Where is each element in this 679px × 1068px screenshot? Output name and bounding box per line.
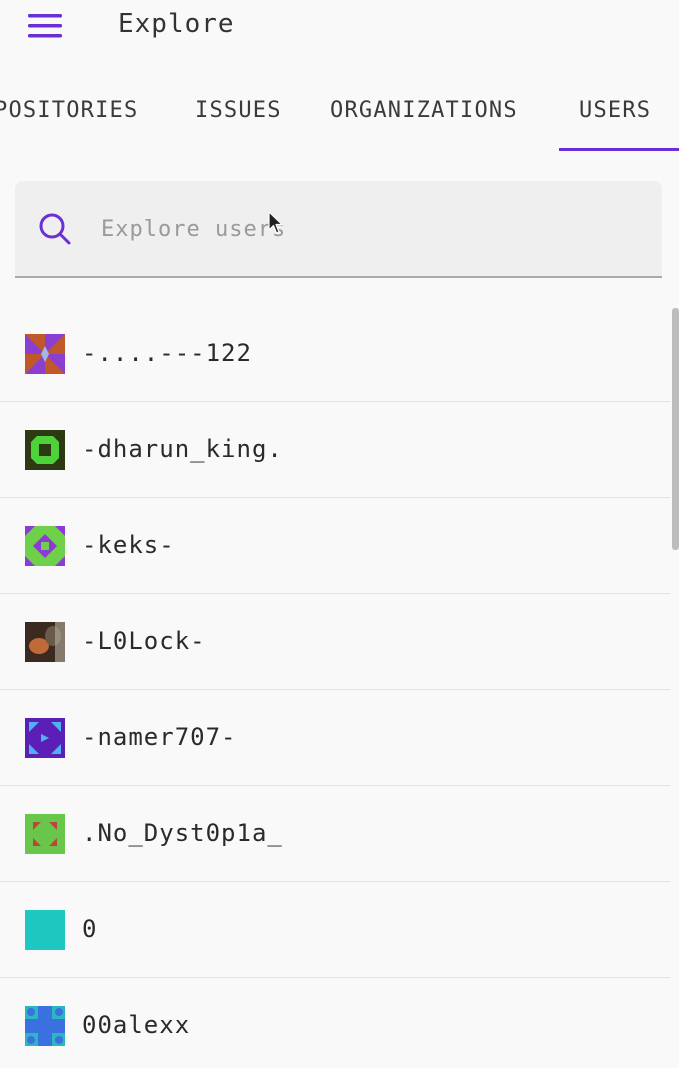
username: 0 — [82, 915, 98, 943]
list-item[interactable]: -keks- — [0, 498, 670, 594]
avatar — [25, 1006, 65, 1046]
username: -dharun_king. — [82, 435, 283, 463]
tab-issues[interactable]: ISSUES — [195, 94, 282, 128]
explore-screen: Explore POSITORIES ISSUES ORGANIZATIONS … — [0, 0, 679, 1068]
tab-repositories[interactable]: POSITORIES — [0, 94, 138, 128]
top-app-bar: Explore — [0, 0, 679, 56]
username: -keks- — [82, 531, 175, 559]
username: -L0Lock- — [82, 627, 206, 655]
username: 00alexx — [82, 1011, 191, 1039]
avatar — [25, 910, 65, 950]
username: -....---122 — [82, 339, 252, 367]
search-icon — [37, 211, 73, 247]
list-item[interactable]: 0 — [0, 882, 670, 978]
avatar — [25, 526, 65, 566]
avatar — [25, 334, 65, 374]
hamburger-menu-icon[interactable] — [24, 10, 68, 42]
list-scrollbar[interactable] — [672, 308, 679, 550]
list-item[interactable]: 00alexx — [0, 978, 670, 1068]
list-item[interactable]: -namer707- — [0, 690, 670, 786]
avatar — [25, 718, 65, 758]
tab-organizations[interactable]: ORGANIZATIONS — [330, 94, 518, 128]
page-title: Explore — [118, 9, 235, 39]
list-item[interactable]: -....---122 — [0, 306, 670, 402]
username: -namer707- — [82, 723, 237, 751]
search-field[interactable] — [15, 181, 662, 278]
avatar — [25, 622, 65, 662]
selected-tab-indicator — [559, 148, 679, 151]
search-input[interactable] — [101, 209, 621, 249]
username: .No_Dyst0p1a_ — [82, 819, 283, 847]
mouse-pointer-icon — [268, 211, 284, 235]
avatar — [25, 430, 65, 470]
tab-bar: POSITORIES ISSUES ORGANIZATIONS USERS — [0, 78, 679, 152]
list-item[interactable]: -L0Lock- — [0, 594, 670, 690]
user-list: -....---122 -dharun_king. -keks- -L0Lock… — [0, 306, 670, 1068]
tab-users[interactable]: USERS — [579, 94, 651, 128]
list-item[interactable]: -dharun_king. — [0, 402, 670, 498]
list-item[interactable]: .No_Dyst0p1a_ — [0, 786, 670, 882]
avatar — [25, 814, 65, 854]
